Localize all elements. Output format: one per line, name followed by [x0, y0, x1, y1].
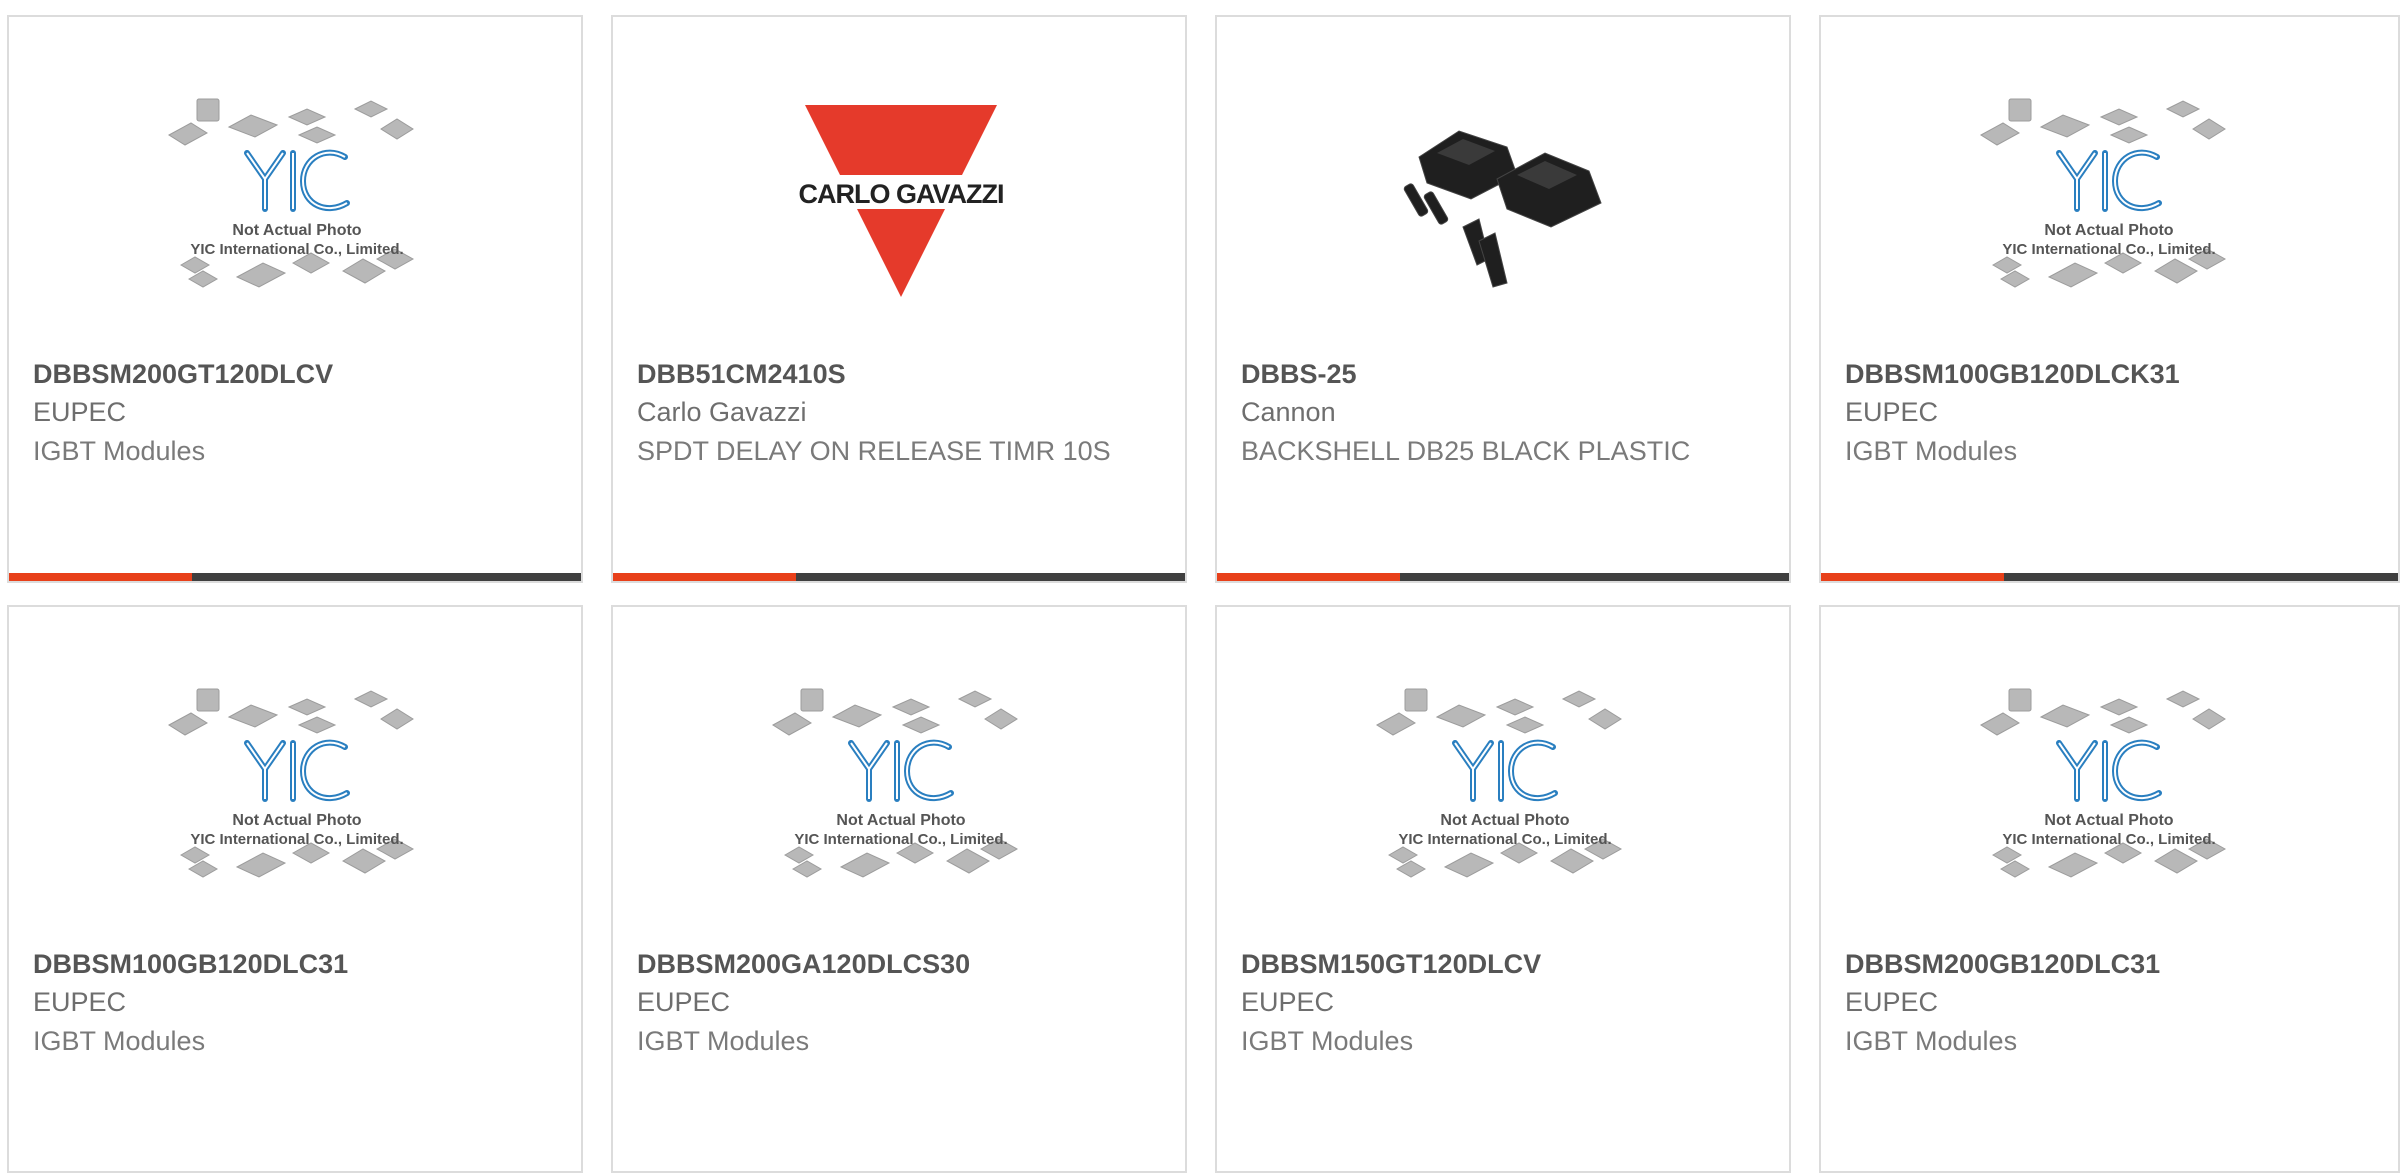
product-card[interactable]: Not Actual Photo YIC International Co., … — [7, 605, 583, 1173]
yic-placeholder-image: Not Actual Photo YIC International Co., … — [1980, 688, 2227, 878]
card-accent-bar — [9, 573, 192, 581]
part-number[interactable]: DBBSM100GB120DLCK31 — [1845, 359, 2180, 390]
placeholder-caption-line1: Not Actual Photo — [232, 222, 361, 239]
product-card[interactable]: Not Actual Photo YIC International Co., … — [1215, 605, 1791, 1173]
manufacturer: Cannon — [1241, 397, 1336, 427]
product-image[interactable]: Not Actual Photo YIC International Co., … — [159, 87, 435, 307]
part-number[interactable]: DBBSM100GB120DLC31 — [33, 949, 348, 980]
part-number[interactable]: DBBSM150GT120DLCV — [1241, 949, 1541, 980]
placeholder-caption-line2: YIC International Co., Limited. — [794, 831, 1007, 848]
card-bottom-bar — [1821, 573, 2398, 581]
part-number[interactable]: DBBSM200GB120DLC31 — [1845, 949, 2160, 980]
manufacturer: EUPEC — [33, 987, 127, 1017]
placeholder-caption-line1: Not Actual Photo — [2044, 812, 2173, 829]
product-image[interactable]: CARLO GAVAZZI — [763, 87, 1039, 307]
part-number[interactable]: DBBSM200GT120DLCV — [33, 359, 333, 390]
manufacturer: EUPEC — [1241, 987, 1335, 1017]
description: IGBT Modules — [1845, 436, 2018, 466]
placeholder-caption-line1: Not Actual Photo — [836, 812, 965, 829]
part-number[interactable]: DBB51CM2410S — [637, 359, 846, 390]
placeholder-caption-line2: YIC International Co., Limited. — [190, 831, 403, 848]
description: IGBT Modules — [1845, 1026, 2018, 1056]
product-card[interactable]: Not Actual Photo YIC International Co., … — [1819, 605, 2400, 1173]
card-bottom-bar — [1217, 573, 1789, 581]
brand-logo-text: CARLO GAVAZZI — [799, 179, 1004, 209]
backshell-photo — [1403, 130, 1602, 288]
part-number[interactable]: DBBSM200GA120DLCS30 — [637, 949, 970, 980]
card-bottom-bar — [613, 573, 1185, 581]
yic-placeholder-image: Not Actual Photo YIC International Co., … — [168, 98, 415, 288]
description: SPDT DELAY ON RELEASE TIMR 10S — [637, 436, 1111, 466]
product-grid: Not Actual Photo YIC International Co., … — [0, 0, 2400, 1173]
placeholder-caption-line1: Not Actual Photo — [232, 812, 361, 829]
product-image[interactable]: Not Actual Photo YIC International Co., … — [1367, 677, 1643, 897]
manufacturer: EUPEC — [1845, 397, 1939, 427]
card-accent-bar — [1821, 573, 2004, 581]
carlo-gavazzi-logo: CARLO GAVAZZI — [799, 105, 1004, 297]
manufacturer: EUPEC — [637, 987, 731, 1017]
yic-placeholder-image: Not Actual Photo YIC International Co., … — [168, 688, 415, 878]
product-image[interactable]: Not Actual Photo YIC International Co., … — [763, 677, 1039, 897]
description: BACKSHELL DB25 BLACK PLASTIC — [1241, 436, 1691, 466]
product-image[interactable]: Not Actual Photo YIC International Co., … — [1971, 87, 2247, 307]
description: IGBT Modules — [33, 436, 206, 466]
manufacturer: EUPEC — [1845, 987, 1939, 1017]
product-card[interactable]: Not Actual Photo YIC International Co., … — [7, 15, 583, 583]
description: IGBT Modules — [33, 1026, 206, 1056]
product-image[interactable] — [1367, 87, 1643, 307]
yic-placeholder-image: Not Actual Photo YIC International Co., … — [1980, 98, 2227, 288]
product-card[interactable]: Not Actual Photo YIC International Co., … — [1819, 15, 2400, 583]
product-card[interactable]: CARLO GAVAZZI DBB51CM2410S Carlo Gavazzi… — [611, 15, 1187, 583]
yic-placeholder-image: Not Actual Photo YIC International Co., … — [1376, 688, 1623, 878]
manufacturer: EUPEC — [33, 397, 127, 427]
product-image[interactable]: Not Actual Photo YIC International Co., … — [159, 677, 435, 897]
part-number[interactable]: DBBS-25 — [1241, 359, 1357, 390]
manufacturer: Carlo Gavazzi — [637, 397, 807, 427]
placeholder-caption-line2: YIC International Co., Limited. — [1398, 831, 1611, 848]
product-image[interactable]: Not Actual Photo YIC International Co., … — [1971, 677, 2247, 897]
card-accent-bar — [1217, 573, 1400, 581]
product-card[interactable]: Not Actual Photo YIC International Co., … — [611, 605, 1187, 1173]
description: IGBT Modules — [1241, 1026, 1414, 1056]
placeholder-caption-line2: YIC International Co., Limited. — [2002, 241, 2215, 258]
card-accent-bar — [613, 573, 796, 581]
description: IGBT Modules — [637, 1026, 810, 1056]
yic-placeholder-image: Not Actual Photo YIC International Co., … — [772, 688, 1019, 878]
product-card[interactable]: DBBS-25 Cannon BACKSHELL DB25 BLACK PLAS… — [1215, 15, 1791, 583]
placeholder-caption-line2: YIC International Co., Limited. — [190, 241, 403, 258]
placeholder-caption-line1: Not Actual Photo — [1440, 812, 1569, 829]
placeholder-caption-line1: Not Actual Photo — [2044, 222, 2173, 239]
placeholder-caption-line2: YIC International Co., Limited. — [2002, 831, 2215, 848]
card-bottom-bar — [9, 573, 581, 581]
